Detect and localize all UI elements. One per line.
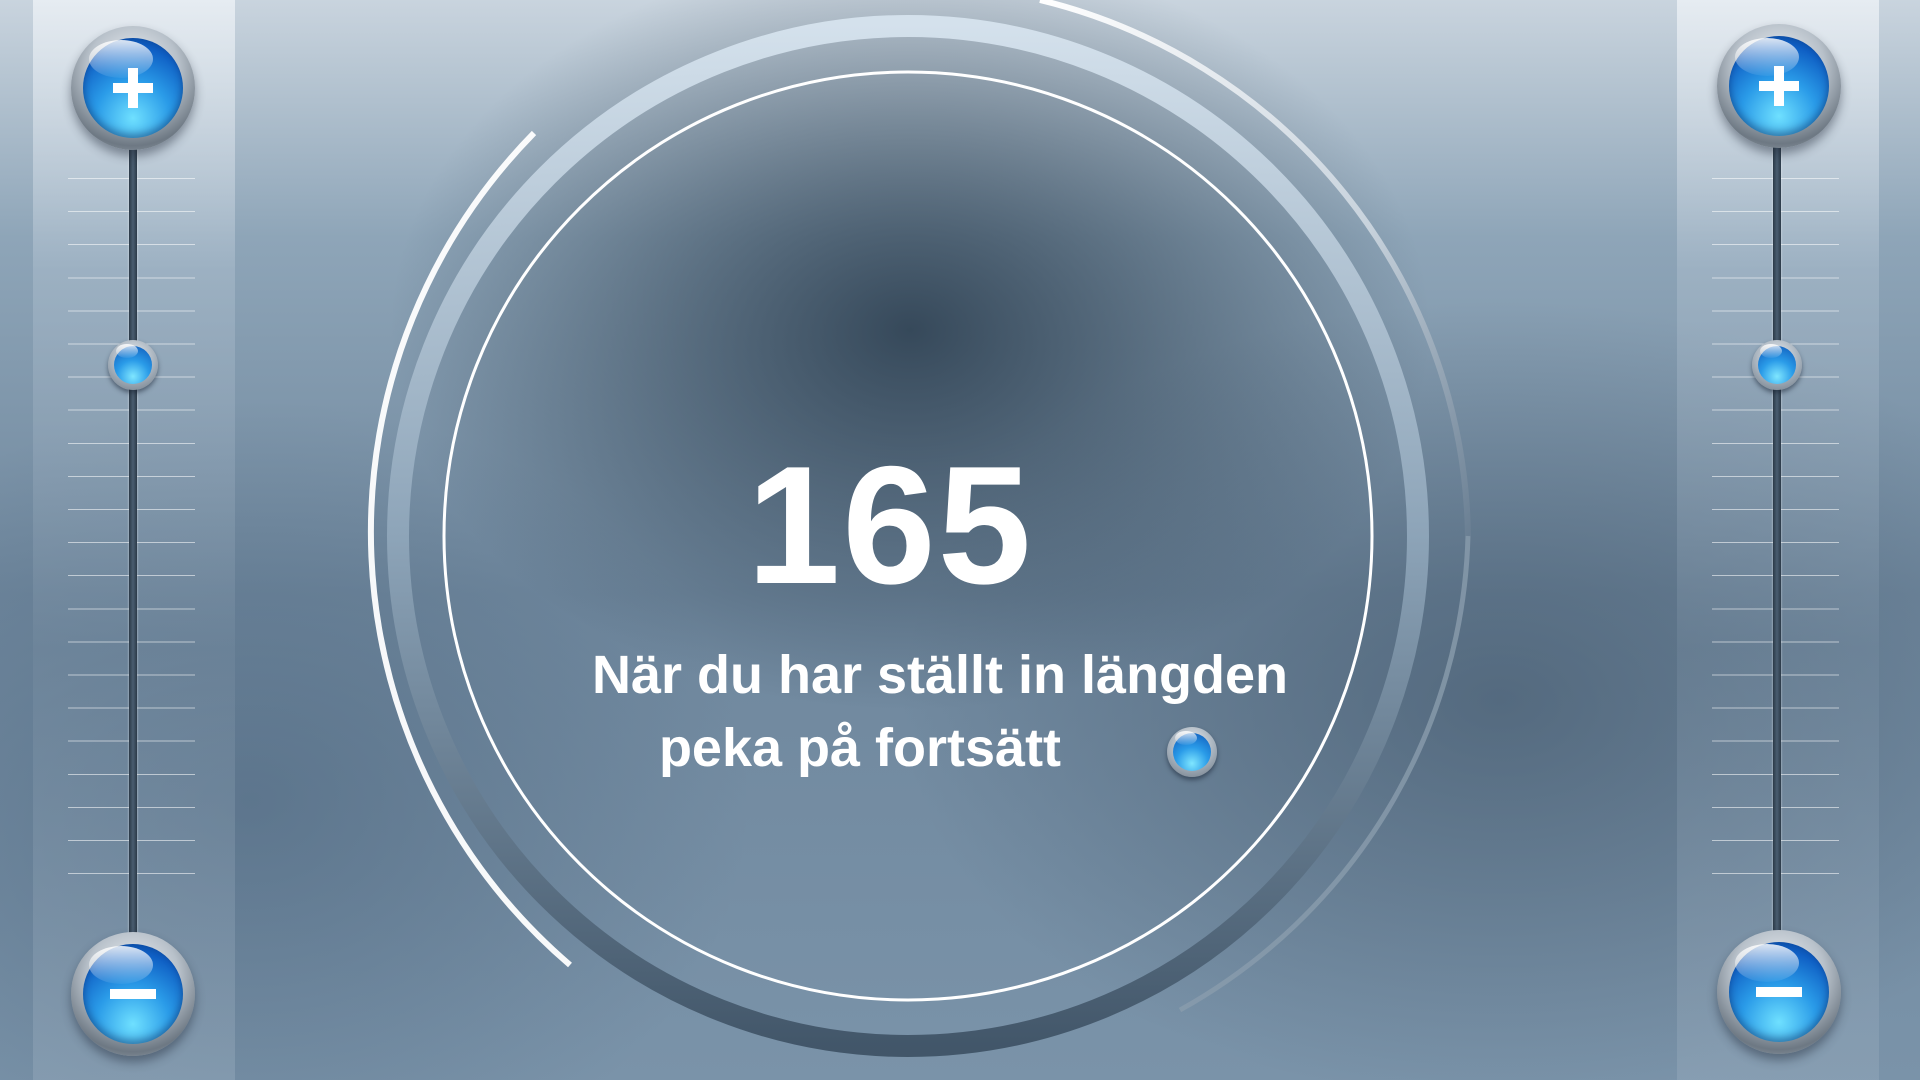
right-slider-knob[interactable]: [1752, 340, 1802, 390]
length-setting-screen: 165 När du har ställt in längden peka på…: [0, 0, 1920, 1080]
length-value: 165: [746, 431, 1034, 619]
left-slider-panel: [33, 0, 235, 1080]
minus-icon: [1756, 987, 1802, 997]
left-increase-button[interactable]: [71, 26, 195, 150]
continue-button[interactable]: [1167, 727, 1217, 777]
slider-track[interactable]: [129, 140, 137, 950]
right-increase-button[interactable]: [1717, 24, 1841, 148]
slider-track[interactable]: [1773, 140, 1781, 950]
minus-icon: [110, 989, 156, 999]
right-decrease-button[interactable]: [1717, 930, 1841, 1054]
right-slider-panel: [1677, 0, 1879, 1080]
left-slider-knob[interactable]: [108, 340, 158, 390]
instruction-text-continue: peka på fortsätt: [658, 718, 1062, 778]
plus-icon: [1759, 66, 1799, 106]
instruction-text: När du har ställt in längden: [591, 645, 1289, 705]
plus-icon: [113, 68, 153, 108]
left-decrease-button[interactable]: [71, 932, 195, 1056]
